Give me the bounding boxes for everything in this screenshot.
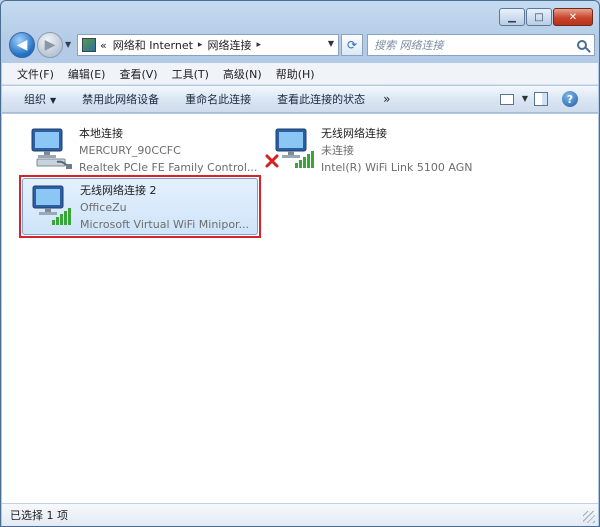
navigation-bar: ◀ ▶ ▼ « 网络和 Internet ▸ 网络连接 ▸ ▼ ⟳ 搜索 网络连… bbox=[7, 31, 595, 59]
close-button[interactable]: ✕ bbox=[553, 8, 593, 26]
connection-device: Intel(R) WiFi Link 5100 AGN bbox=[321, 161, 473, 174]
rename-connection-button[interactable]: 重命名此连接 bbox=[175, 88, 261, 110]
change-view-icon[interactable] bbox=[500, 94, 514, 105]
connection-details: 本地连接 MERCURY_90CCFC Realtek PCIe FE Fami… bbox=[79, 125, 261, 176]
chevron-down-icon: ▼ bbox=[50, 96, 57, 105]
menu-edit[interactable]: 编辑(E) bbox=[61, 64, 113, 84]
address-dropdown[interactable]: ▼ bbox=[328, 39, 334, 48]
connection-details: 无线网络连接 未连接 Intel(R) WiFi Link 5100 AGN bbox=[321, 125, 503, 176]
explorer-window: ▁ □ ✕ ◀ ▶ ▼ « 网络和 Internet ▸ 网络连接 ▸ ▼ ⟳ … bbox=[0, 0, 600, 527]
back-button[interactable]: ◀ bbox=[9, 32, 35, 58]
disable-device-button[interactable]: 禁用此网络设备 bbox=[72, 88, 169, 110]
more-commands-button[interactable]: » bbox=[375, 92, 398, 106]
organize-label: 组织 bbox=[24, 93, 46, 106]
breadcrumb-network-internet[interactable]: 网络和 Internet bbox=[113, 37, 193, 53]
menu-tools[interactable]: 工具(T) bbox=[165, 64, 216, 84]
wired-network-icon bbox=[31, 128, 72, 169]
address-bar[interactable]: « 网络和 Internet ▸ 网络连接 ▸ ▼ bbox=[77, 34, 339, 56]
menu-bar: 文件(F) 编辑(E) 查看(V) 工具(T) 高级(N) 帮助(H) bbox=[2, 63, 598, 85]
organize-button[interactable]: 组织 ▼ bbox=[16, 88, 66, 110]
connection-name: 本地连接 bbox=[79, 127, 123, 140]
connections-list: 本地连接 MERCURY_90CCFC Realtek PCIe FE Fami… bbox=[2, 114, 598, 503]
recent-pages-dropdown[interactable]: ▼ bbox=[65, 40, 71, 49]
connection-device: Realtek PCIe FE Family Control... bbox=[79, 161, 258, 174]
view-options-dropdown[interactable]: ▼ bbox=[522, 94, 528, 103]
breadcrumb-separator[interactable]: ▸ bbox=[198, 40, 203, 50]
menu-help[interactable]: 帮助(H) bbox=[269, 64, 322, 84]
search-input[interactable]: 搜索 网络连接 bbox=[367, 34, 595, 56]
forward-button[interactable]: ▶ bbox=[37, 32, 63, 58]
status-bar: 已选择 1 项 bbox=[2, 503, 598, 526]
help-icon[interactable]: ? bbox=[562, 91, 578, 107]
command-bar: 组织 ▼ 禁用此网络设备 重命名此连接 查看此连接的状态 » ▼ ? bbox=[2, 86, 598, 113]
disabled-x-icon bbox=[265, 154, 279, 168]
connection-network: MERCURY_90CCFC bbox=[79, 144, 181, 157]
connection-item-wireless[interactable]: 无线网络连接 未连接 Intel(R) WiFi Link 5100 AGN bbox=[264, 120, 504, 182]
menu-file[interactable]: 文件(F) bbox=[10, 64, 61, 84]
menu-advanced[interactable]: 高级(N) bbox=[216, 64, 269, 84]
preview-pane-icon[interactable] bbox=[534, 92, 548, 106]
status-text: 已选择 1 项 bbox=[10, 509, 68, 522]
minimize-button[interactable]: ▁ bbox=[499, 8, 525, 26]
search-icon[interactable] bbox=[577, 40, 587, 50]
red-highlight-box bbox=[19, 175, 261, 238]
caption-buttons: ▁ □ ✕ bbox=[499, 8, 593, 26]
breadcrumb-network-connections[interactable]: 网络连接 bbox=[207, 37, 251, 53]
refresh-button[interactable]: ⟳ bbox=[341, 34, 363, 56]
connection-name: 无线网络连接 bbox=[321, 127, 387, 140]
maximize-button[interactable]: □ bbox=[526, 8, 552, 26]
connection-network: 未连接 bbox=[321, 144, 354, 157]
connection-item-local[interactable]: 本地连接 MERCURY_90CCFC Realtek PCIe FE Fami… bbox=[22, 120, 262, 182]
breadcrumb-separator[interactable]: ▸ bbox=[256, 40, 261, 50]
control-panel-icon bbox=[82, 38, 96, 52]
resize-grip[interactable] bbox=[583, 511, 595, 523]
view-status-button[interactable]: 查看此连接的状态 bbox=[267, 88, 375, 110]
breadcrumb-prefix[interactable]: « bbox=[100, 39, 107, 52]
menu-view[interactable]: 查看(V) bbox=[112, 64, 164, 84]
